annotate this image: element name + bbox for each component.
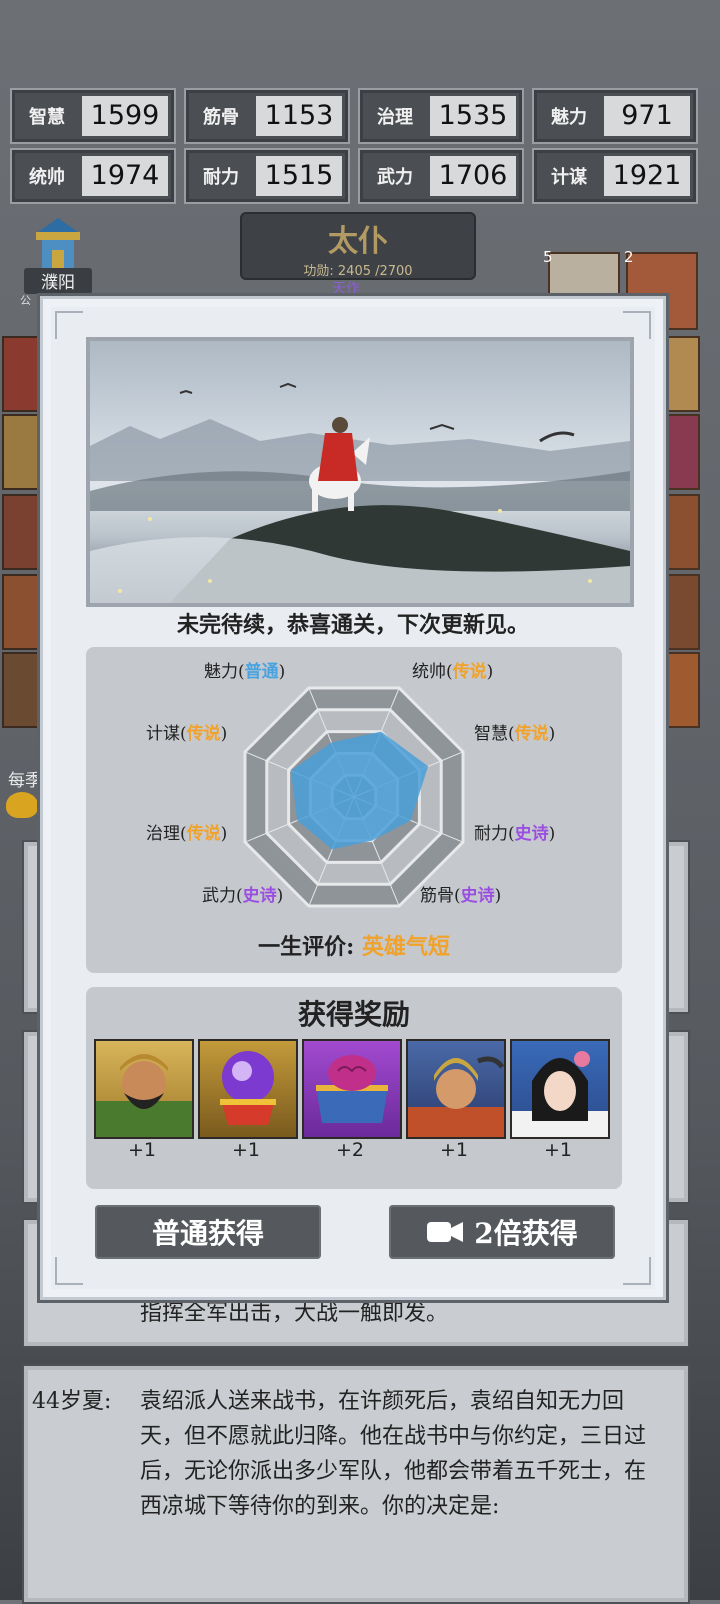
right-badge: 5	[543, 248, 553, 266]
rank-progress: 功勋: 2405 /2700	[303, 264, 413, 279]
reward-item-chest[interactable]	[302, 1039, 402, 1139]
radar-label-wuli: 武力(史诗)	[202, 886, 284, 906]
rank-sub: 天作	[332, 281, 360, 297]
normal-claim-label: 普通获得	[151, 1217, 264, 1250]
story-text: 袁绍派人送来战书，在许颜死后，袁绍自知无力回天，但不愿就此归降。他在战书中与你约…	[140, 1389, 647, 1519]
stat-value: 1535	[430, 96, 516, 136]
purple-orb-on-stand-icon	[220, 1051, 276, 1125]
horseman-landscape-image	[90, 382, 630, 603]
radar-label-jingu: 筋骨(史诗)	[420, 886, 502, 906]
stat-value: 1515	[256, 156, 342, 196]
side-portrait[interactable]	[2, 414, 44, 490]
attribute-evaluation-panel: 统帅(传说) 智慧(传说) 耐力(史诗) 筋骨(史诗) 武力(史诗) 治理(传说…	[86, 647, 622, 973]
stat-name: 耐力	[203, 167, 239, 188]
reward-item-orb[interactable]	[198, 1039, 298, 1139]
lady-portrait-icon	[512, 1051, 608, 1137]
reward-count: +1	[231, 1139, 260, 1161]
reward-item-general[interactable]	[94, 1039, 194, 1139]
right-portrait[interactable]	[662, 414, 700, 490]
radar-label-zhili: 治理(传说)	[146, 824, 228, 844]
stat-name: 计谋	[551, 167, 587, 188]
double-claim-label: 2倍获得	[474, 1217, 578, 1250]
radar-label-naili: 耐力(史诗)	[474, 824, 556, 844]
double-claim-button[interactable]: 2倍获得	[389, 1205, 615, 1259]
stat-value: 1153	[256, 96, 342, 136]
right-portrait[interactable]	[662, 574, 700, 650]
helmeted-warrior-portrait-icon	[408, 1056, 505, 1137]
reward-item-warrior[interactable]	[406, 1039, 506, 1139]
brain-treasure-chest-icon	[316, 1055, 388, 1123]
stat-card: 武力 1706	[358, 148, 524, 204]
stat-card: 智慧 1599	[10, 88, 176, 144]
side-portrait[interactable]	[2, 494, 44, 570]
stat-card: 计谋 1921	[532, 148, 698, 204]
stat-card: 耐力 1515	[184, 148, 350, 204]
stat-name: 魅力	[551, 107, 587, 128]
stat-value: 1706	[430, 156, 516, 196]
right-portrait[interactable]	[662, 494, 700, 570]
radar-label-meili: 魅力(普通)	[204, 662, 286, 682]
story-age: 44岁夏:	[32, 1389, 112, 1414]
reward-title: 获得奖励	[297, 998, 410, 1031]
radar-label-jimou: 计谋(传说)	[146, 724, 228, 744]
ending-illustration	[86, 337, 634, 607]
reward-count: +1	[127, 1139, 156, 1161]
city-badge[interactable]: 濮阳 公	[18, 212, 98, 307]
attribute-radar-chart	[243, 686, 465, 908]
stat-card: 筋骨 1153	[184, 88, 350, 144]
normal-claim-button[interactable]: 普通获得	[95, 1205, 321, 1259]
stat-name: 武力	[377, 167, 413, 188]
stat-value: 1599	[82, 96, 168, 136]
right-badge: 2	[624, 248, 634, 266]
stat-card: 治理 1535	[358, 88, 524, 144]
corner-ornament	[55, 1257, 83, 1285]
reward-item-lady[interactable]	[510, 1039, 610, 1139]
reward-count: +1	[543, 1139, 572, 1161]
reward-count: +1	[439, 1139, 468, 1161]
radar-label-zhihui: 智慧(传说)	[474, 724, 556, 744]
rank-panel: 太仆 功勋: 2405 /2700	[240, 212, 476, 280]
right-portrait[interactable]	[548, 252, 620, 300]
corner-ornament	[55, 311, 83, 339]
story-card[interactable]: 44岁夏: 袁绍派人送来战书，在许颜死后，袁绍自知无力回天，但不愿就此归降。他在…	[22, 1364, 690, 1604]
side-portrait[interactable]	[2, 652, 44, 728]
side-label: 每季	[8, 771, 42, 791]
reward-panel: 获得奖励 +1 +1 +2 +1 +1	[86, 987, 622, 1189]
city-sub: 公	[20, 294, 31, 307]
corner-ornament	[623, 311, 651, 339]
ending-dialog: 未完待续，恭喜通关，下次更新见。 统帅(传说) 智慧(传说) 耐力(史诗) 筋骨…	[40, 296, 666, 1300]
stat-value: 1974	[82, 156, 168, 196]
stat-name: 智慧	[29, 107, 65, 128]
gold-ingot-icon	[6, 792, 38, 818]
stat-name: 治理	[377, 107, 413, 128]
stat-value: 1921	[604, 156, 690, 196]
corner-ornament	[623, 1257, 651, 1285]
stat-value: 971	[604, 96, 690, 136]
general-bearded-portrait-icon	[96, 1054, 192, 1137]
reward-count: +2	[335, 1139, 364, 1161]
right-portrait[interactable]	[662, 336, 700, 412]
radar-label-tongshuai: 统帅(传说)	[412, 662, 494, 682]
stat-card: 统帅 1974	[10, 148, 176, 204]
stat-card: 魅力 971	[532, 88, 698, 144]
story-text: 指挥全军出击，大战一触即发。	[140, 1301, 449, 1326]
rank-title: 太仆	[328, 224, 388, 259]
life-evaluation: 一生评价: 英雄气短	[258, 934, 450, 960]
video-camera-icon	[427, 1222, 464, 1242]
stat-name: 筋骨	[203, 107, 239, 128]
side-portrait[interactable]	[2, 574, 44, 650]
life-evaluation-value: 英雄气短	[361, 934, 450, 960]
city-name: 濮阳	[41, 273, 75, 293]
ending-caption: 未完待续，恭喜通关，下次更新见。	[176, 612, 529, 638]
stat-name: 统帅	[29, 167, 65, 188]
right-portrait[interactable]	[662, 652, 700, 728]
side-portrait[interactable]	[2, 336, 44, 412]
